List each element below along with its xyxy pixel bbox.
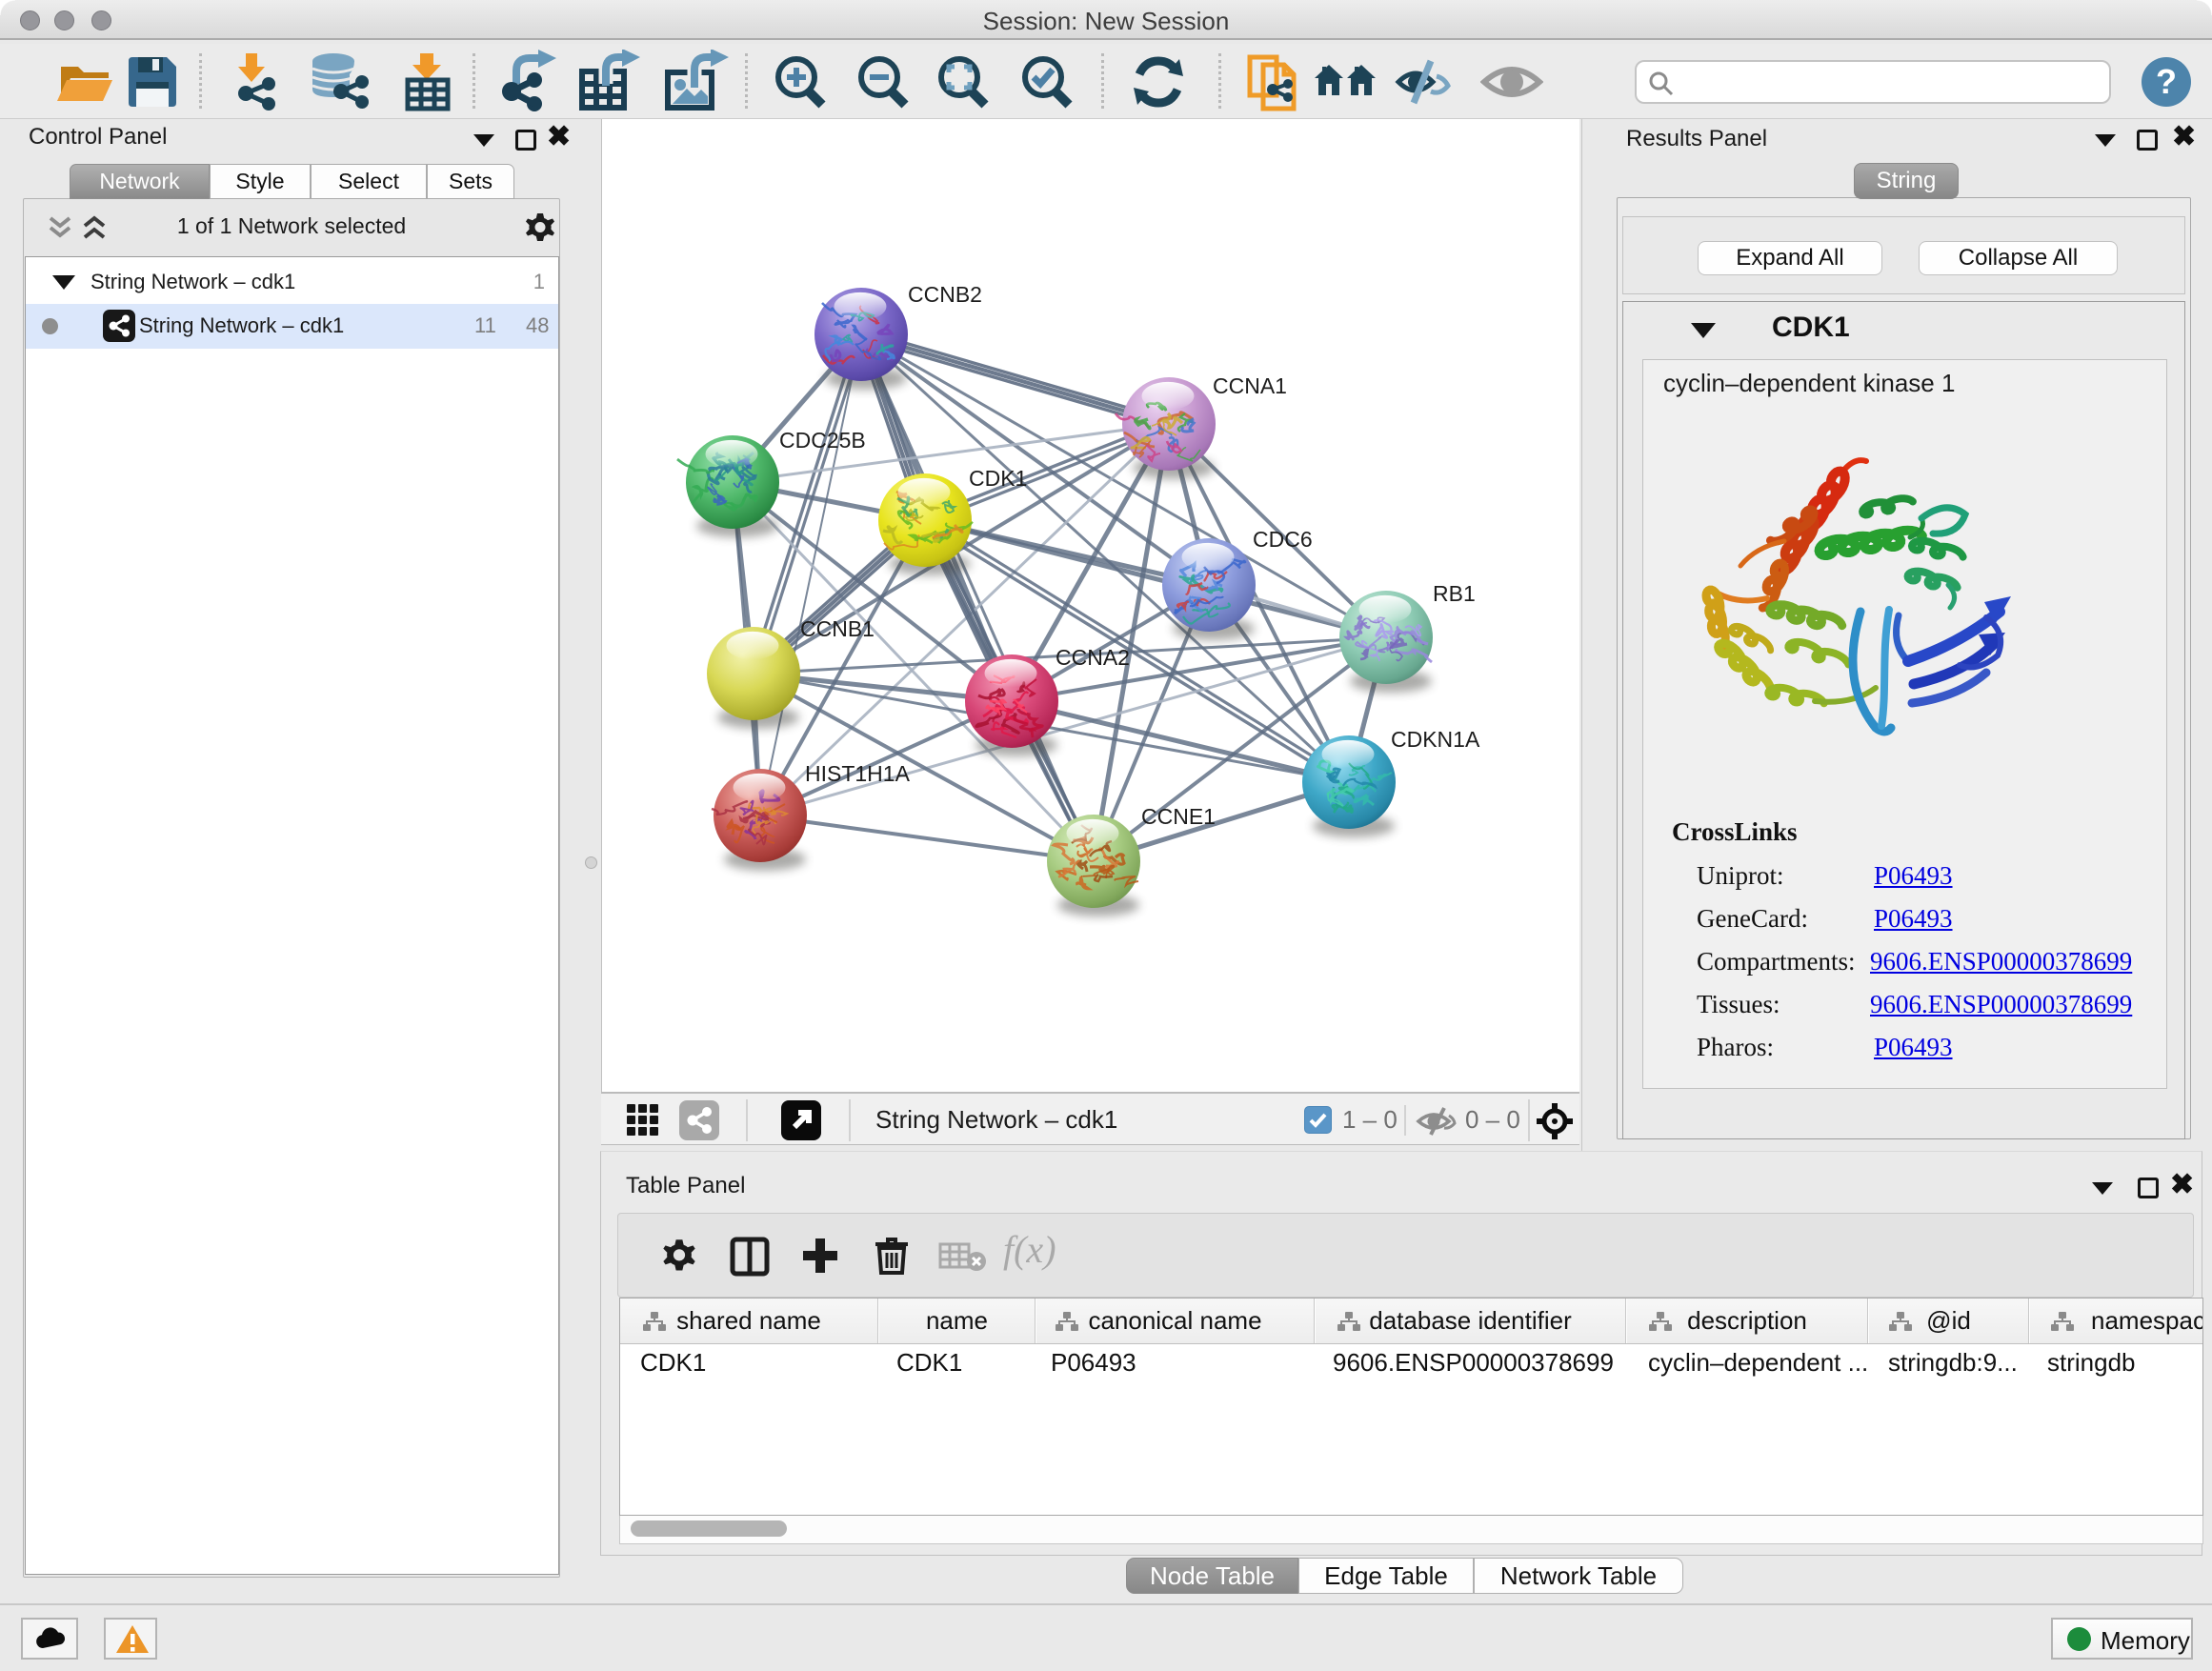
svg-text:CDC6: CDC6 xyxy=(1253,527,1313,552)
svg-text:CCNE1: CCNE1 xyxy=(1141,804,1216,829)
svg-text:HIST1H1A: HIST1H1A xyxy=(805,761,911,786)
svg-text:?: ? xyxy=(2156,62,2177,101)
svg-text:CCNB2: CCNB2 xyxy=(908,282,982,307)
svg-text:CCNA1: CCNA1 xyxy=(1213,373,1287,398)
svg-text:CCNA2: CCNA2 xyxy=(1056,645,1130,670)
svg-text:CCNB1: CCNB1 xyxy=(800,616,875,641)
svg-text:CDC25B: CDC25B xyxy=(779,428,866,453)
svg-text:CDK1: CDK1 xyxy=(969,466,1027,491)
svg-text:CDKN1A: CDKN1A xyxy=(1391,727,1480,752)
svg-text:RB1: RB1 xyxy=(1433,581,1476,606)
